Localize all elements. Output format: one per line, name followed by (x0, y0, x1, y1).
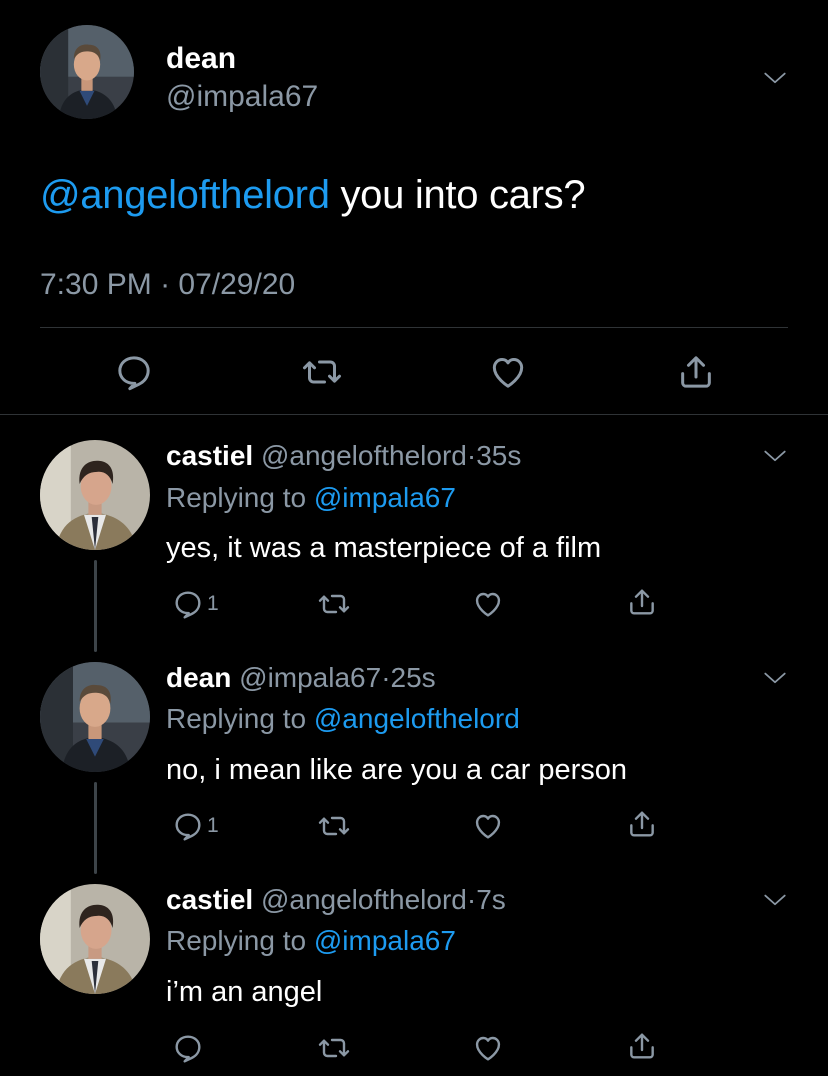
separator-dot: · (466, 440, 477, 471)
reply-header: castiel @angelofthelord·7s (166, 884, 506, 916)
chevron-down-icon[interactable] (762, 66, 788, 92)
mention-link[interactable]: @angelofthelord (40, 173, 330, 217)
retweet-icon[interactable] (318, 1032, 350, 1064)
like-icon[interactable] (488, 352, 528, 392)
tweet-body: you into cars? (329, 173, 586, 217)
replying-prefix: Replying to (166, 925, 314, 956)
replying-to-link[interactable]: @impala67 (314, 482, 456, 513)
retweet-icon[interactable] (302, 352, 342, 392)
replying-to-link[interactable]: @angelofthelord (314, 703, 520, 734)
replying-to: Replying to @impala67 (166, 482, 456, 514)
chevron-down-icon[interactable] (762, 666, 788, 692)
timestamp[interactable]: 7:30 PM · 07/29/20 (40, 268, 295, 302)
like-icon[interactable] (472, 1032, 504, 1064)
share-icon[interactable] (626, 1030, 658, 1062)
separator-dot: · (466, 884, 477, 915)
chevron-down-icon[interactable] (762, 888, 788, 914)
reply-text: i’m an angel (166, 976, 323, 1008)
thread-line (94, 560, 97, 652)
replying-prefix: Replying to (166, 482, 314, 513)
replying-prefix: Replying to (166, 703, 314, 734)
age: 35s (476, 440, 522, 471)
tweet-text: @angelofthelord you into cars? (40, 173, 586, 218)
retweet-icon[interactable] (318, 810, 350, 842)
display-name[interactable]: castiel (166, 440, 253, 471)
tweet-date: 07/29/20 (178, 268, 296, 301)
like-icon[interactable] (472, 588, 504, 620)
chevron-down-icon[interactable] (762, 444, 788, 470)
display-name[interactable]: castiel (166, 884, 253, 915)
retweet-icon[interactable] (318, 588, 350, 620)
handle[interactable]: @impala67 (166, 80, 318, 114)
avatar[interactable] (40, 25, 134, 119)
section-divider (0, 414, 828, 415)
avatar[interactable] (40, 662, 150, 772)
replying-to-link[interactable]: @impala67 (314, 925, 456, 956)
separator-dot: · (160, 268, 171, 301)
reply-header: dean @impala67·25s (166, 662, 436, 694)
display-name[interactable]: dean (166, 42, 236, 76)
share-icon[interactable] (676, 352, 716, 392)
reply-icon[interactable] (114, 352, 154, 392)
reply-text: yes, it was a masterpiece of a film (166, 532, 602, 564)
age: 25s (390, 662, 436, 693)
reply-icon[interactable] (172, 1032, 204, 1064)
handle[interactable]: @impala67 (239, 662, 381, 693)
reply-icon[interactable]: 1 (172, 810, 219, 842)
handle[interactable]: @angelofthelord (261, 884, 467, 915)
divider (40, 327, 788, 328)
display-name[interactable]: dean (166, 662, 231, 693)
age: 7s (476, 884, 506, 915)
replying-to: Replying to @angelofthelord (166, 703, 520, 735)
replying-to: Replying to @impala67 (166, 925, 456, 957)
tweet-time: 7:30 PM (40, 268, 152, 301)
avatar[interactable] (40, 440, 150, 550)
like-icon[interactable] (472, 810, 504, 842)
avatar[interactable] (40, 884, 150, 994)
share-icon[interactable] (626, 808, 658, 840)
reply-text: no, i mean like are you a car person (166, 754, 628, 786)
reply-count: 1 (207, 592, 219, 615)
share-icon[interactable] (626, 586, 658, 618)
reply-icon[interactable]: 1 (172, 588, 219, 620)
separator-dot: · (381, 662, 391, 693)
reply-header: castiel @angelofthelord·35s (166, 440, 521, 472)
reply-count: 1 (207, 814, 219, 837)
handle[interactable]: @angelofthelord (261, 440, 467, 471)
thread-line (94, 782, 97, 874)
